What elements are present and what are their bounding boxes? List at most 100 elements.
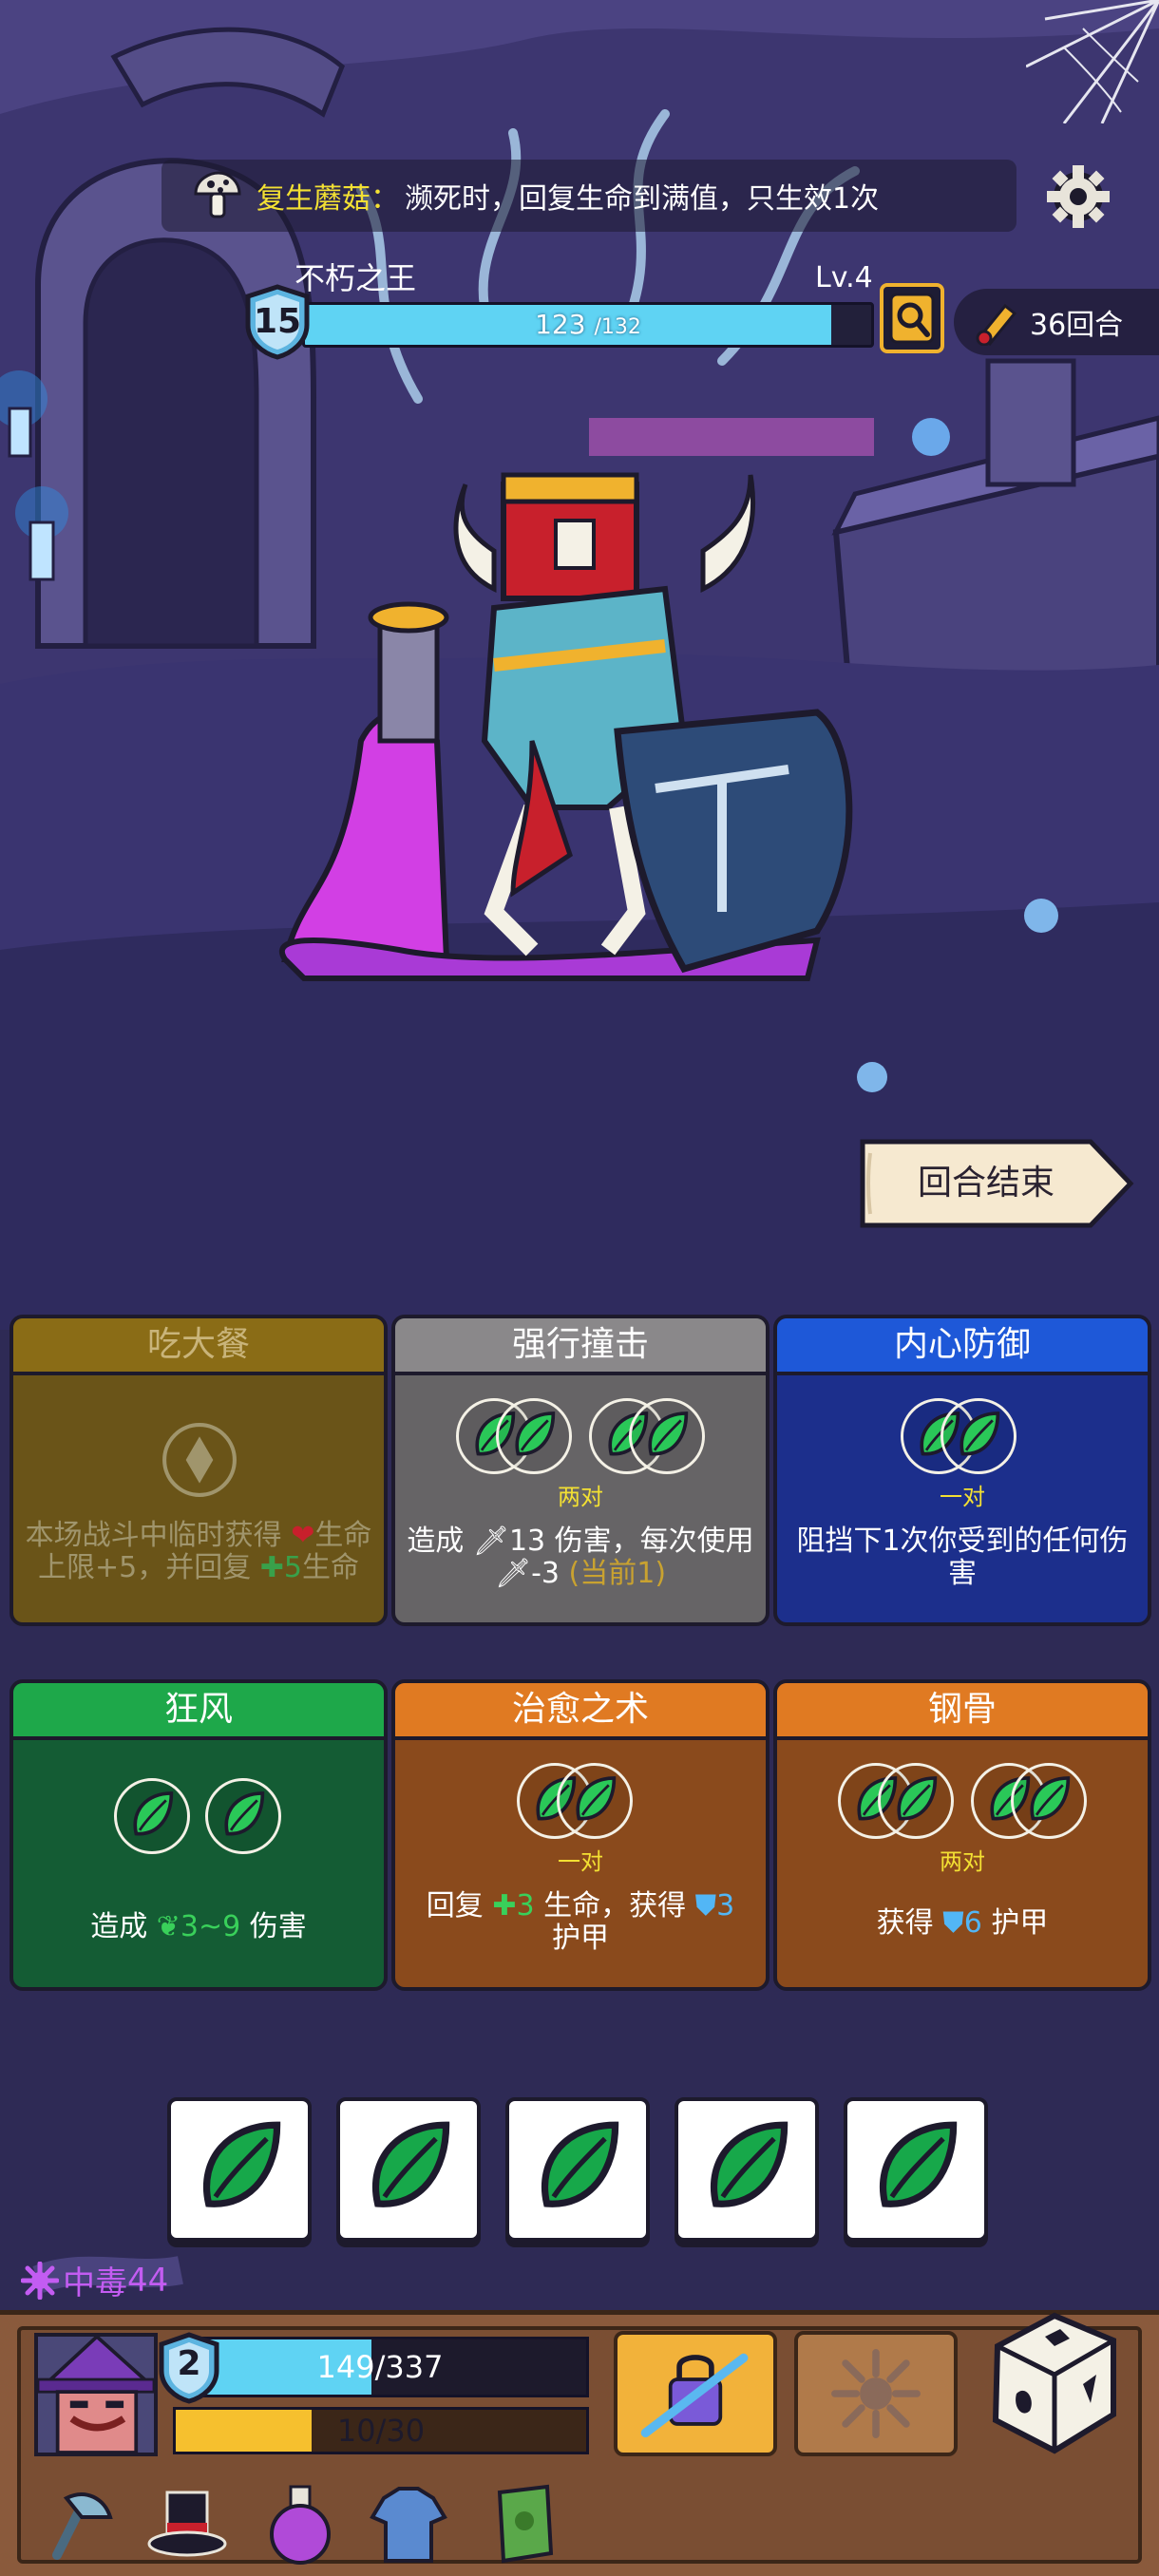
- poison-splat-icon: [21, 2261, 59, 2300]
- relic-info-bar: 复生蘑菇 ： 濒死时，回复生命到满值，只生效1次: [162, 160, 1016, 232]
- white-dice-icon[interactable]: [978, 2308, 1129, 2460]
- dice-leaf[interactable]: [167, 2097, 312, 2242]
- skill-card-healing[interactable]: 治愈之术 一对 回复 ✚3 生命，获得 ⛊3 护甲: [391, 1679, 770, 1991]
- card-slot-requirement: 一对: [940, 1484, 985, 1510]
- dice-slot[interactable]: [940, 1398, 1016, 1474]
- enemy-level: Lv.4: [815, 261, 873, 294]
- relic-separator: ：: [370, 182, 399, 216]
- magnifier-icon: [889, 293, 935, 344]
- green-leaf-icon: [710, 2121, 788, 2207]
- poison-status-name: 中毒: [63, 2264, 127, 2302]
- card-description: 本场战斗中临时获得 ❤生命上限+5，并回复 ✚5生命: [23, 1520, 374, 1584]
- sword-icon: 🗡: [472, 1525, 509, 1558]
- desc-current-note: (当前1): [568, 1557, 667, 1590]
- green-leaf-icon: [515, 1411, 556, 1456]
- green-leaf-icon: [371, 2121, 450, 2207]
- skill-card-gale[interactable]: 狂风 造成 ❦3~9 伤害: [10, 1679, 388, 1991]
- poison-status-value: 44: [127, 2261, 169, 2300]
- relic-description: 濒死时，回复生命到满值，只生效1次: [405, 182, 880, 216]
- dice-leaf[interactable]: [674, 2097, 819, 2242]
- card-title: 钢骨: [927, 1690, 997, 1729]
- desc-text: 生命: [302, 1551, 359, 1584]
- dice-slot[interactable]: [557, 1763, 633, 1839]
- card-body: 两对 造成 🗡13 伤害，每次使用 🗡-3 (当前1): [395, 1375, 766, 1622]
- skill-card-steel-bone[interactable]: 钢骨 两对 获得 ⛊6 护甲: [773, 1679, 1151, 1991]
- skill-card-inner-defense[interactable]: 内心防御 一对 阻挡下1次你受到的任何伤害: [773, 1315, 1151, 1626]
- green-leaf-icon: [576, 1776, 617, 1821]
- green-leaf-icon: [1030, 1776, 1071, 1821]
- mushroom-icon: [194, 171, 241, 218]
- green-leaf-icon: [960, 1411, 1000, 1456]
- relic-name: 复生蘑菇: [256, 182, 370, 216]
- player-shield-value: 2: [177, 2344, 201, 2383]
- dice-slot[interactable]: [1011, 1763, 1087, 1839]
- desc-text: 造成: [407, 1525, 473, 1558]
- skill-card-forced-strike[interactable]: 强行撞击 两对 造成 🗡13 伤害，每次使用 🗡-3 (当前1): [391, 1315, 770, 1626]
- potion-flask-item-icon[interactable]: [256, 2479, 344, 2567]
- green-leaf-icon: [202, 2121, 281, 2207]
- green-leaf-icon: [133, 1791, 174, 1836]
- card-body: 本场战斗中临时获得 ❤生命上限+5，并回复 ✚5生命: [13, 1375, 384, 1622]
- desc-text: 造成: [90, 1910, 157, 1943]
- player-xp-text: 10/30: [336, 2413, 426, 2449]
- card-slot-requirement: 两对: [558, 1484, 603, 1510]
- dice-slot[interactable]: [629, 1398, 705, 1474]
- desc-damage-range: 3~9: [180, 1910, 241, 1943]
- green-book-item-icon[interactable]: [479, 2479, 566, 2567]
- scroll-icon: [976, 303, 1017, 346]
- card-title-bar: 狂风: [13, 1683, 384, 1740]
- player-avatar[interactable]: [34, 2333, 158, 2456]
- armor-icon: ⛊: [942, 1906, 964, 1940]
- dice-slot[interactable]: [205, 1778, 281, 1854]
- green-leaf-icon: [224, 1791, 265, 1836]
- player-hp-text: 149/337: [316, 2349, 444, 2385]
- enemy-hp-max: /132: [594, 315, 641, 339]
- card-title-bar: 内心防御: [777, 1318, 1148, 1375]
- green-leaf-icon: [648, 1411, 689, 1456]
- dice-leaf[interactable]: [844, 2097, 988, 2242]
- spikes-icon: [831, 2349, 921, 2438]
- card-title: 内心防御: [893, 1325, 1031, 1364]
- card-body: 造成 ❦3~9 伤害: [13, 1740, 384, 1987]
- desc-armor-value: 3: [716, 1889, 735, 1923]
- card-title-bar: 吃大餐: [13, 1318, 384, 1375]
- axe-item-icon[interactable]: [28, 2479, 116, 2567]
- desc-text: 获得: [876, 1906, 943, 1940]
- top-hat-item-icon[interactable]: [142, 2479, 230, 2567]
- round-counter: 36回合: [954, 289, 1159, 355]
- skill-card-feast[interactable]: 吃大餐 本场战斗中临时获得 ❤生命上限+5，并回复 ✚5生命: [10, 1315, 388, 1626]
- desc-text: 伤害: [240, 1910, 307, 1943]
- dice-leaf[interactable]: [336, 2097, 481, 2242]
- spider-web-decoration: [1026, 0, 1159, 123]
- locked-sword-icon: [640, 2353, 749, 2438]
- dice-slot[interactable]: [496, 1398, 572, 1474]
- card-body: 两对 获得 ⛊6 护甲: [777, 1740, 1148, 1987]
- dice-slot[interactable]: [878, 1763, 954, 1839]
- sword-icon: 🗡: [494, 1557, 532, 1590]
- card-description: 阻挡下1次你受到的任何伤害: [796, 1525, 1129, 1590]
- enemy-intent-button[interactable]: [880, 283, 944, 353]
- dice-slot[interactable]: [114, 1778, 190, 1854]
- poison-status[interactable]: 中毒 44: [21, 2257, 168, 2303]
- dice-leaf[interactable]: [505, 2097, 650, 2242]
- desc-armor-value: 6: [963, 1906, 982, 1940]
- leaf-icon: ❦: [156, 1910, 180, 1943]
- card-description: 回复 ✚3 生命，获得 ⛊3 护甲: [405, 1890, 756, 1955]
- round-counter-text: 36回合: [1030, 309, 1124, 342]
- enemy-shield-value: 15: [253, 302, 302, 341]
- armor-icon: ⛊: [694, 1889, 717, 1923]
- tunic-item-icon[interactable]: [365, 2479, 452, 2567]
- card-description: 造成 ❦3~9 伤害: [23, 1911, 374, 1943]
- card-title-bar: 治愈之术: [395, 1683, 766, 1740]
- gear-icon[interactable]: [1043, 161, 1113, 232]
- green-leaf-icon: [879, 2121, 958, 2207]
- heart-icon: ❤: [291, 1519, 315, 1552]
- ability-locked-sword-button[interactable]: [614, 2331, 777, 2456]
- card-body: 一对 回复 ✚3 生命，获得 ⛊3 护甲: [395, 1740, 766, 1987]
- green-leaf-icon: [541, 2121, 619, 2207]
- end-turn-label[interactable]: 回合结束: [853, 1132, 1119, 1235]
- desc-text: -3: [531, 1557, 560, 1590]
- ability-spikes-button[interactable]: [794, 2331, 958, 2456]
- card-slot-requirement: 两对: [940, 1848, 985, 1875]
- enemy-hp-text: 123 /132: [302, 302, 874, 348]
